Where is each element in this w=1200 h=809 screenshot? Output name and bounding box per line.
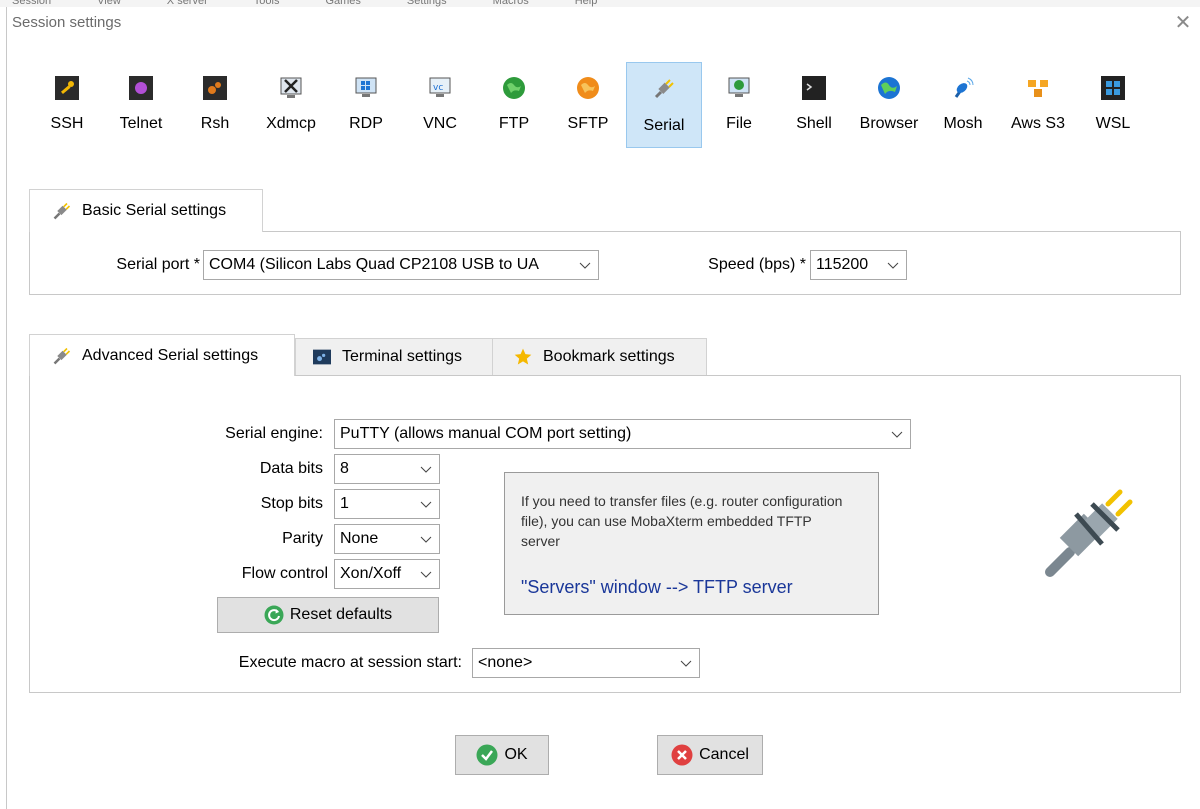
file-icon [728,77,750,97]
basic-settings-panel [29,231,1181,295]
execute-macro-select[interactable]: <none> [472,648,700,678]
tab-label: Basic Serial settings [82,202,227,219]
ok-label: OK [504,746,528,763]
serial-plug-illustration-icon [1045,489,1133,577]
flow-control-value: Xon/Xoff [340,565,402,582]
session-type-ftp[interactable]: FTP [478,62,550,148]
tftp-info-text: If you need to transfer files (e.g. rout… [521,493,843,549]
cancel-x-icon [671,744,693,766]
dialog-title: Session settings [12,14,122,31]
session-type-shell[interactable]: Shell [776,62,852,148]
tftp-servers-link[interactable]: "Servers" window --> TFTP server [521,577,793,598]
cancel-label: Cancel [699,746,749,763]
serial-plug-icon [53,347,71,364]
mosh-icon [954,77,974,98]
shell-icon [802,76,826,100]
session-type-telnet[interactable]: Telnet [104,62,178,148]
tab-terminal-settings[interactable]: Terminal settings [295,338,493,375]
svg-text:vc: vc [433,83,443,93]
refresh-icon [264,605,284,625]
serial-plug-icon [53,202,71,220]
reset-defaults-button[interactable]: Reset defaults [217,597,439,633]
tftp-info-box: If you need to transfer files (e.g. rout… [504,472,879,615]
tab-bookmark-settings[interactable]: Bookmark settings [492,338,707,375]
chevron-down-icon [680,660,692,667]
session-type-sftp[interactable]: SFTP [550,62,626,148]
dialog-left-border [6,7,7,809]
flow-control-select[interactable]: Xon/Xoff [334,559,440,589]
serial-engine-value: PuTTY (allows manual COM port setting) [340,425,632,442]
serial-port-select[interactable]: COM4 (Silicon Labs Quad CP2108 USB to UA [203,250,599,280]
data-bits-value: 8 [340,460,349,477]
xdmcp-icon [280,77,302,98]
parity-value: None [340,530,379,547]
terminal-icon [313,349,331,365]
stop-bits-select[interactable]: 1 [334,489,440,519]
wsl-icon [1101,76,1125,100]
flow-control-label: Flow control [241,565,328,582]
session-type-rsh[interactable]: Rsh [178,62,252,148]
parity-label: Parity [282,530,323,547]
session-type-file[interactable]: File [702,62,776,148]
tab-label: Terminal settings [342,348,463,365]
ftp-icon [503,77,525,99]
session-type-serial[interactable]: Serial [626,62,702,148]
serial-plug-icon [654,79,674,99]
close-button[interactable]: ✕ [1172,12,1194,34]
tab-basic-serial-settings[interactable]: Basic Serial settings [29,189,263,232]
chevron-down-icon [420,536,432,543]
session-type-ssh[interactable]: SSH [30,62,104,148]
stop-bits-value: 1 [340,495,349,512]
session-type-aws-s3[interactable]: Aws S3 [1000,62,1076,148]
serial-port-label: Serial port * [116,256,200,273]
session-type-xdmcp[interactable]: Xdmcp [252,62,330,148]
parity-select[interactable]: None [334,524,440,554]
tab-label: Advanced Serial settings [82,346,259,364]
stop-bits-label: Stop bits [260,495,323,512]
tab-advanced-serial-settings[interactable]: Advanced Serial settings [29,334,295,376]
browser-icon [878,77,900,99]
vnc-icon: vc [429,77,451,97]
rdp-icon [355,77,377,97]
telnet-icon [129,76,153,100]
rsh-icon [203,76,227,100]
execute-macro-label: Execute macro at session start: [238,654,462,671]
session-type-mosh[interactable]: Mosh [926,62,1000,148]
session-type-bar: SSH Telnet Rsh Xdmcp RDP vc VNC FTP SFTP… [30,62,1160,148]
execute-macro-value: <none> [478,654,533,671]
aws-s3-icon [1028,80,1048,97]
data-bits-label: Data bits [259,460,323,477]
chevron-down-icon [579,262,591,269]
speed-value: 115200 [816,256,869,273]
data-bits-select[interactable]: 8 [334,454,440,484]
reset-defaults-label: Reset defaults [289,606,393,623]
cancel-button[interactable]: Cancel [657,735,763,775]
sftp-icon [577,77,599,99]
serial-engine-label: Serial engine: [225,425,323,442]
chevron-down-icon [420,466,432,473]
session-type-browser[interactable]: Browser [852,62,926,148]
session-type-vnc[interactable]: vc VNC [402,62,478,148]
chevron-down-icon [420,501,432,508]
serial-engine-select[interactable]: PuTTY (allows manual COM port setting) [334,419,911,449]
star-icon [514,348,532,365]
tab-label: Bookmark settings [543,348,675,365]
background-menu-strip: Session View X server Tools Games Settings Mac… [0,0,1200,7]
check-icon [476,744,498,766]
ok-button[interactable]: OK [455,735,549,775]
speed-select[interactable]: 115200 [810,250,907,280]
speed-label: Speed (bps) * [708,256,806,273]
session-type-wsl[interactable]: WSL [1076,62,1150,148]
serial-port-value: COM4 (Silicon Labs Quad CP2108 USB to UA [209,256,539,273]
chevron-down-icon [887,262,899,269]
session-type-rdp[interactable]: RDP [330,62,402,148]
chevron-down-icon [420,571,432,578]
ssh-icon [55,76,79,100]
chevron-down-icon [891,431,903,438]
